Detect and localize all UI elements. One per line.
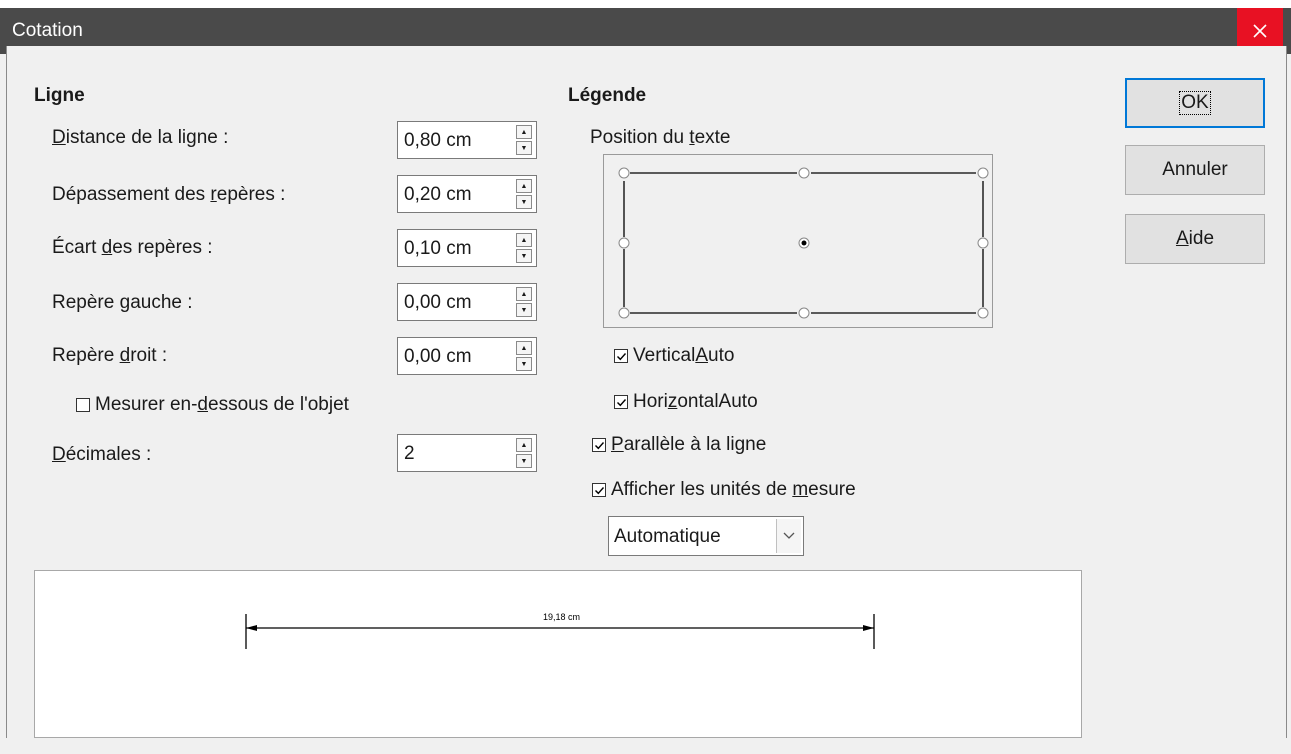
decimals-value: 2 — [404, 443, 415, 464]
position-middle-left-radio[interactable] — [618, 237, 630, 249]
cancel-button[interactable]: Annuler — [1125, 145, 1265, 195]
section-title-ligne: Ligne — [34, 85, 85, 106]
checkmark-icon — [595, 442, 605, 450]
guide-distance-label: Écart des repères : — [52, 237, 213, 258]
right-guide-spinbox[interactable]: 0,00 cm ▲ ▼ — [397, 337, 537, 375]
checkmark-icon — [617, 353, 627, 361]
decimals-label: Décimales : — [52, 444, 152, 465]
checkbox-box[interactable] — [614, 395, 628, 409]
distance-line-spinbox[interactable]: 0,80 cm ▲ ▼ — [397, 121, 537, 159]
position-top-center-radio[interactable] — [798, 167, 810, 179]
parallel-to-line-label: Parallèle à la ligne — [611, 434, 767, 455]
left-guide-label: Repère gauche : — [52, 292, 193, 313]
left-guide-value: 0,00 cm — [404, 292, 472, 313]
checkbox-box[interactable] — [76, 398, 90, 412]
spin-down-icon[interactable]: ▼ — [516, 303, 532, 317]
guide-distance-value: 0,10 cm — [404, 238, 472, 259]
spin-up-icon[interactable]: ▲ — [516, 179, 532, 193]
measure-below-label: Mesurer en-dessous de l'objet — [95, 394, 349, 415]
show-units-checkbox[interactable]: Afficher les unités de mesure — [592, 479, 856, 501]
checkbox-box[interactable] — [592, 438, 606, 452]
distance-line-value: 0,80 cm — [404, 130, 472, 151]
spin-up-icon[interactable]: ▲ — [516, 125, 532, 139]
position-bottom-right-radio[interactable] — [977, 307, 989, 319]
spin-down-icon[interactable]: ▼ — [516, 195, 532, 209]
unit-select[interactable]: Automatique — [608, 516, 804, 556]
position-top-right-radio[interactable] — [977, 167, 989, 179]
right-guide-label: Repère droit : — [52, 345, 168, 366]
position-middle-right-radio[interactable] — [977, 237, 989, 249]
decimals-spinbox[interactable]: 2 ▲ ▼ — [397, 434, 537, 472]
spin-up-icon[interactable]: ▲ — [516, 438, 532, 452]
checkbox-box[interactable] — [614, 349, 628, 363]
close-icon — [1253, 24, 1267, 38]
text-position-selector[interactable] — [603, 154, 993, 328]
checkmark-icon — [617, 399, 627, 407]
dimension-preview: 19,18 cm — [34, 570, 1082, 738]
spin-up-icon[interactable]: ▲ — [516, 341, 532, 355]
spin-up-icon[interactable]: ▲ — [516, 287, 532, 301]
measure-below-checkbox[interactable]: Mesurer en-dessous de l'objet — [76, 394, 349, 416]
text-position-diagram — [618, 167, 989, 319]
distance-line-label: Distance de la ligne : — [52, 127, 229, 148]
guide-overhang-label: Dépassement des repères : — [52, 184, 286, 205]
checkbox-box[interactable] — [592, 483, 606, 497]
vertical-auto-label: VerticalAuto — [633, 345, 735, 366]
help-button-label: Aide — [1175, 228, 1215, 249]
unit-select-value: Automatique — [614, 526, 721, 547]
chevron-down-icon[interactable] — [776, 519, 801, 553]
horizontal-auto-checkbox[interactable]: HorizontalAuto — [614, 391, 758, 413]
guide-overhang-spinbox[interactable]: 0,20 cm ▲ ▼ — [397, 175, 537, 213]
show-units-label: Afficher les unités de mesure — [611, 479, 856, 500]
parallel-to-line-checkbox[interactable]: Parallèle à la ligne — [592, 434, 766, 456]
spin-down-icon[interactable]: ▼ — [516, 141, 532, 155]
horizontal-auto-label: HorizontalAuto — [633, 391, 758, 412]
cancel-button-label: Annuler — [1162, 159, 1228, 180]
spin-up-icon[interactable]: ▲ — [516, 233, 532, 247]
guide-distance-spinbox[interactable]: 0,10 cm ▲ ▼ — [397, 229, 537, 267]
left-guide-spinbox[interactable]: 0,00 cm ▲ ▼ — [397, 283, 537, 321]
position-top-left-radio[interactable] — [618, 167, 630, 179]
guide-overhang-value: 0,20 cm — [404, 184, 472, 205]
section-title-legende: Légende — [568, 85, 647, 106]
window-title: Cotation — [12, 20, 83, 41]
position-bottom-center-radio[interactable] — [798, 307, 810, 319]
vertical-auto-checkbox[interactable]: VerticalAuto — [614, 345, 734, 367]
spin-down-icon[interactable]: ▼ — [516, 249, 532, 263]
help-button[interactable]: Aide — [1125, 214, 1265, 264]
spin-down-icon[interactable]: ▼ — [516, 454, 532, 468]
measurement-label: 19,18 cm — [543, 612, 580, 622]
spin-down-icon[interactable]: ▼ — [516, 357, 532, 371]
ok-button[interactable]: OK — [1125, 78, 1265, 128]
checkmark-icon — [595, 487, 605, 495]
position-bottom-left-radio[interactable] — [618, 307, 630, 319]
right-guide-value: 0,00 cm — [404, 346, 472, 367]
text-position-label: Position du texte — [590, 127, 731, 148]
dimension-line-drawing: 19,18 cm — [245, 612, 875, 649]
ok-button-label: OK — [1179, 91, 1211, 115]
